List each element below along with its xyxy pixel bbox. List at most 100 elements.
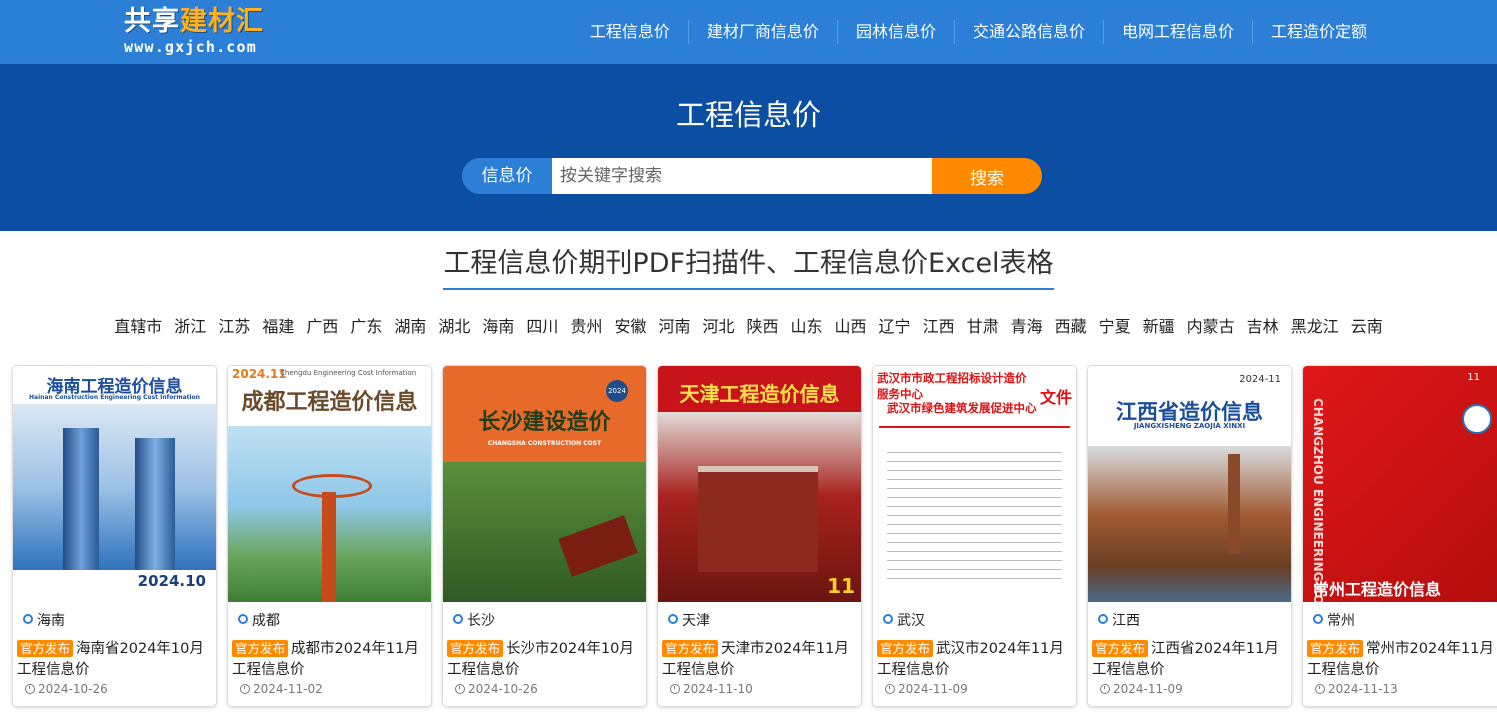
publication-card[interactable]: 2024.11 Chengdu Engineering Cost Informa… [227, 365, 432, 707]
nav-power-grid-price[interactable]: 电网工程信息价 [1102, 20, 1252, 44]
publication-card[interactable]: 武汉市市政工程招标设计造价服务中心 武汉市绿色建筑发展促进中心 文件 武汉 官方… [872, 365, 1077, 707]
cover-issue: 11 [827, 574, 855, 598]
publication-card[interactable]: 2024-11 江西省造价信息 JIANGXISHENG ZAOJIA XINX… [1087, 365, 1292, 707]
cover-issue: 2024 [606, 380, 628, 402]
cover-image[interactable]: 海南工程造价信息 Hainan Construction Engineering… [13, 366, 216, 602]
cover-title: 长沙建设造价 [478, 409, 611, 435]
region-link[interactable]: 山西 [835, 317, 867, 336]
cover-subtitle: Hainan Construction Engineering Cost Inf… [29, 394, 200, 401]
clock-icon [670, 684, 680, 694]
cover-image[interactable]: 天津工程造价信息 TIANJIN GONGCHENG ZAOJIA XINXI … [658, 366, 861, 602]
official-badge: 官方发布 [232, 640, 289, 657]
region-link[interactable]: 江西 [923, 317, 955, 336]
region-link[interactable]: 黑龙江 [1291, 317, 1339, 336]
clock-icon [885, 684, 895, 694]
site-logo[interactable]: 共享建材汇 www.gxjch.com [124, 6, 300, 60]
region-link[interactable]: 湖北 [438, 317, 470, 336]
nav-engineering-price[interactable]: 工程信息价 [572, 20, 688, 44]
publication-card[interactable]: 海南工程造价信息 Hainan Construction Engineering… [12, 365, 217, 707]
region-filter: 直辖市 浙江 江苏 福建 广西 广东 湖南 湖北 海南 四川 贵州 安徽 河南 河北 陕西 山东 山西 辽宁 江西甘… [0, 314, 1497, 340]
cover-image[interactable]: 2024.11 Chengdu Engineering Cost Informa… [228, 366, 431, 602]
cover-title: 常州工程造价信息 [1313, 580, 1442, 599]
official-badge: 官方发布 [1307, 640, 1364, 657]
official-badge: 官方发布 [17, 640, 74, 657]
card-title[interactable]: 官方发布 天津市2024年11月工程信息价 [662, 638, 857, 681]
region-link[interactable]: 贵州 [570, 317, 602, 336]
location-dot-icon [23, 614, 33, 624]
card-city: 常州 [1313, 610, 1355, 630]
official-badge: 官方发布 [447, 640, 504, 657]
region-link[interactable]: 西藏 [1055, 317, 1087, 336]
region-link[interactable]: 江苏 [218, 317, 250, 336]
region-link[interactable]: 四川 [526, 317, 558, 336]
search-category-label[interactable]: 信息价 [462, 158, 552, 194]
cover-subtitle: Chengdu Engineering Cost Information [280, 369, 417, 377]
card-city: 成都 [238, 610, 280, 630]
cover-image[interactable]: CHANGZHOU ENGINEERING COST INFORMATI 11 … [1303, 366, 1497, 602]
card-date: 2024-11-02 [240, 682, 323, 696]
card-title[interactable]: 官方发布 江西省2024年11月工程信息价 [1092, 638, 1287, 681]
card-title[interactable]: 官方发布 长沙市2024年10月工程信息价 [447, 638, 642, 681]
region-link[interactable]: 吉林 [1247, 317, 1279, 336]
card-title[interactable]: 官方发布 成都市2024年11月工程信息价 [232, 638, 427, 681]
publication-card[interactable]: CHANGZHOU ENGINEERING COST INFORMATI 11 … [1302, 365, 1497, 707]
search-input[interactable] [552, 158, 932, 194]
clock-icon [240, 684, 250, 694]
region-link[interactable]: 广东 [350, 317, 382, 336]
region-link[interactable]: 山东 [791, 317, 823, 336]
top-navigation-bar: 共享建材汇 www.gxjch.com 工程信息价 建材厂商信息价 园林信息价 … [0, 0, 1497, 64]
region-link[interactable]: 辽宁 [879, 317, 911, 336]
region-link[interactable]: 陕西 [747, 317, 779, 336]
clock-icon [1100, 684, 1110, 694]
region-link[interactable]: 新疆 [1143, 317, 1175, 336]
logo-url: www.gxjch.com [124, 38, 257, 56]
nav-highway-price[interactable]: 交通公路信息价 [953, 20, 1103, 44]
search-button[interactable]: 搜索 [932, 158, 1042, 194]
region-link[interactable]: 广西 [306, 317, 338, 336]
region-link[interactable]: 宁夏 [1099, 317, 1131, 336]
cover-issue: 11 [1467, 372, 1480, 383]
location-dot-icon [1098, 614, 1108, 624]
nav-landscape-price[interactable]: 园林信息价 [836, 20, 954, 44]
cover-image[interactable]: 长沙建设造价 CHANGSHA CONSTRUCTION COST 2024 [443, 366, 646, 602]
cover-image[interactable]: 武汉市市政工程招标设计造价服务中心 武汉市绿色建筑发展促进中心 文件 [873, 366, 1076, 602]
publication-card[interactable]: 长沙建设造价 CHANGSHA CONSTRUCTION COST 2024 长… [442, 365, 647, 707]
cover-issue: 文件 [1039, 388, 1072, 407]
location-dot-icon [238, 614, 248, 624]
location-dot-icon [883, 614, 893, 624]
card-title[interactable]: 官方发布 海南省2024年10月工程信息价 [17, 638, 212, 681]
clock-icon [25, 684, 35, 694]
region-link[interactable]: 内蒙古 [1187, 317, 1235, 336]
main-nav: 工程信息价 建材厂商信息价 园林信息价 交通公路信息价 电网工程信息价 工程造价… [572, 0, 1385, 64]
card-city: 天津 [668, 610, 710, 630]
card-city: 长沙 [453, 610, 495, 630]
region-link[interactable]: 福建 [262, 317, 294, 336]
cover-subtitle: CHANGZHOU ENGINEERING COST INFORMATI [1311, 398, 1325, 602]
clock-icon [1315, 684, 1325, 694]
official-badge: 官方发布 [1092, 640, 1149, 657]
region-link[interactable]: 云南 [1351, 317, 1383, 336]
region-link[interactable]: 安徽 [614, 317, 646, 336]
card-date: 2024-11-13 [1315, 682, 1398, 696]
card-date: 2024-11-09 [885, 682, 968, 696]
nav-manufacturer-price[interactable]: 建材厂商信息价 [687, 20, 837, 44]
cover-image[interactable]: 2024-11 江西省造价信息 JIANGXISHENG ZAOJIA XINX… [1088, 366, 1291, 602]
region-link[interactable]: 甘肃 [967, 317, 999, 336]
cover-subtitle: TIANJIN GONGCHENG ZAOJIA XINXI [691, 403, 828, 411]
region-link[interactable]: 青海 [1011, 317, 1043, 336]
emblem-icon [1462, 404, 1492, 434]
card-title[interactable]: 官方发布 武汉市2024年11月工程信息价 [877, 638, 1072, 681]
cover-title: 成都工程造价信息 [241, 390, 418, 415]
hero-banner: 工程信息价 信息价 搜索 [0, 64, 1497, 231]
region-link[interactable]: 浙江 [174, 317, 206, 336]
card-title[interactable]: 官方发布 常州市2024年11月工程信息价 [1307, 638, 1497, 681]
publication-card[interactable]: 天津工程造价信息 TIANJIN GONGCHENG ZAOJIA XINXI … [657, 365, 862, 707]
nav-cost-quota[interactable]: 工程造价定额 [1251, 20, 1385, 44]
region-link[interactable]: 海南 [482, 317, 514, 336]
region-link[interactable]: 直辖市 [114, 317, 162, 336]
region-link[interactable]: 湖南 [394, 317, 426, 336]
region-link[interactable]: 河北 [702, 317, 734, 336]
cover-subtitle: JIANGXISHENG ZAOJIA XINXI [1133, 422, 1246, 430]
region-link[interactable]: 河南 [658, 317, 690, 336]
official-badge: 官方发布 [877, 640, 934, 657]
